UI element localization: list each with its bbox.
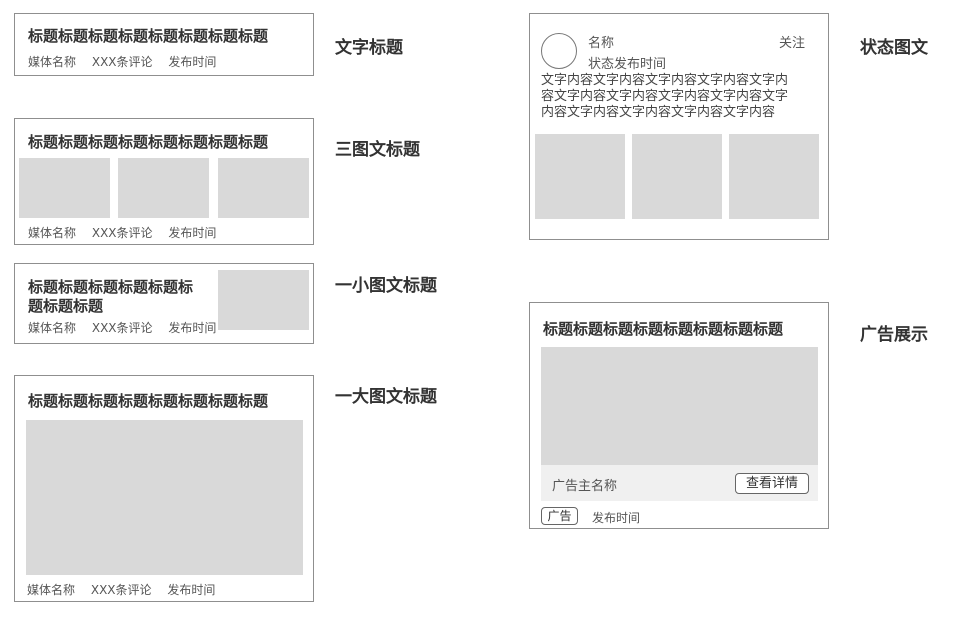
image-placeholder-3 bbox=[218, 158, 309, 218]
media-name: 媒体名称 bbox=[28, 321, 77, 335]
image-placeholder-1 bbox=[19, 158, 110, 218]
status-content-line-2: 容文字内容文字内容文字内容文字内容文字 bbox=[541, 89, 789, 104]
image-placeholder-1 bbox=[535, 134, 625, 219]
card-title: 标题标题标题标题标题标题标题标题 bbox=[28, 27, 269, 45]
ad-card[interactable]: 标题标题标题标题标题标题标题标题 广告主名称 查看详情 广告 发布时间 bbox=[529, 302, 829, 529]
image-placeholder-2 bbox=[632, 134, 722, 219]
thumbnail-placeholder bbox=[218, 270, 309, 330]
publish-time: 发布时间 bbox=[167, 583, 216, 597]
status-time: 状态发布时间 bbox=[588, 57, 667, 72]
section-label-three-image: 三图文标题 bbox=[335, 140, 420, 160]
card-meta: 媒体名称 XXX条评论 发布时间 bbox=[27, 581, 227, 598]
section-label-small-image: 一小图文标题 bbox=[335, 276, 437, 296]
card-title-line-2: 题标题标题 bbox=[28, 297, 104, 315]
section-label-ad: 广告展示 bbox=[860, 325, 928, 345]
status-content: 文字内容文字内容文字内容文字内容文字内 容文字内容文字内容文字内容文字内容文字 … bbox=[541, 73, 788, 121]
image-placeholder-3 bbox=[729, 134, 819, 219]
section-label-large-image: 一大图文标题 bbox=[335, 387, 437, 407]
media-name: 媒体名称 bbox=[27, 583, 76, 597]
comment-count: XXX条评论 bbox=[91, 321, 153, 335]
card-meta: 媒体名称 XXX条评论 发布时间 bbox=[28, 224, 228, 241]
publish-time: 发布时间 bbox=[592, 511, 641, 525]
status-content-line-1: 文字内容文字内容文字内容文字内容文字内 bbox=[541, 73, 789, 88]
comment-count: XXX条评论 bbox=[90, 583, 152, 597]
large-image-card[interactable]: 标题标题标题标题标题标题标题标题 媒体名称 XXX条评论 发布时间 bbox=[14, 375, 314, 602]
view-details-button[interactable]: 查看详情 bbox=[735, 473, 809, 494]
section-label-text-title: 文字标题 bbox=[335, 38, 403, 58]
card-meta: 媒体名称 XXX条评论 发布时间 bbox=[28, 319, 228, 336]
publish-time: 发布时间 bbox=[168, 55, 217, 69]
publish-time: 发布时间 bbox=[168, 321, 217, 335]
media-name: 媒体名称 bbox=[28, 55, 77, 69]
status-card[interactable]: 名称 关注 状态发布时间 文字内容文字内容文字内容文字内容文字内 容文字内容文字… bbox=[529, 13, 829, 240]
card-meta: 媒体名称 XXX条评论 发布时间 bbox=[28, 53, 228, 70]
status-content-line-3: 内容文字内容文字内容文字内容文字内容 bbox=[541, 105, 776, 120]
comment-count: XXX条评论 bbox=[91, 55, 153, 69]
large-image-placeholder bbox=[26, 420, 303, 575]
account-name[interactable]: 名称 bbox=[588, 32, 614, 51]
card-title: 标题标题标题标题标题标题标题标题 bbox=[28, 392, 269, 410]
ad-image-placeholder bbox=[541, 347, 818, 465]
three-image-card[interactable]: 标题标题标题标题标题标题标题标题 媒体名称 XXX条评论 发布时间 bbox=[14, 118, 314, 245]
text-title-card[interactable]: 标题标题标题标题标题标题标题标题 媒体名称 XXX条评论 发布时间 bbox=[14, 13, 314, 76]
card-title-line-1: 标题标题标题标题标题标 bbox=[28, 278, 194, 296]
card-title: 标题标题标题标题标题标题标题标题 bbox=[543, 320, 784, 338]
section-label-status: 状态图文 bbox=[860, 38, 928, 58]
media-name: 媒体名称 bbox=[28, 226, 77, 240]
advertiser-name: 广告主名称 bbox=[552, 479, 618, 494]
small-image-card[interactable]: 标题标题标题标题标题标 题标题标题 媒体名称 XXX条评论 发布时间 bbox=[14, 263, 314, 344]
comment-count: XXX条评论 bbox=[91, 226, 153, 240]
image-placeholder-2 bbox=[118, 158, 209, 218]
card-title: 标题标题标题标题标题标题标题标题 bbox=[28, 133, 269, 151]
publish-time: 发布时间 bbox=[168, 226, 217, 240]
follow-button[interactable]: 关注 bbox=[779, 32, 805, 51]
ad-badge: 广告 bbox=[541, 507, 578, 525]
avatar[interactable] bbox=[541, 33, 577, 69]
